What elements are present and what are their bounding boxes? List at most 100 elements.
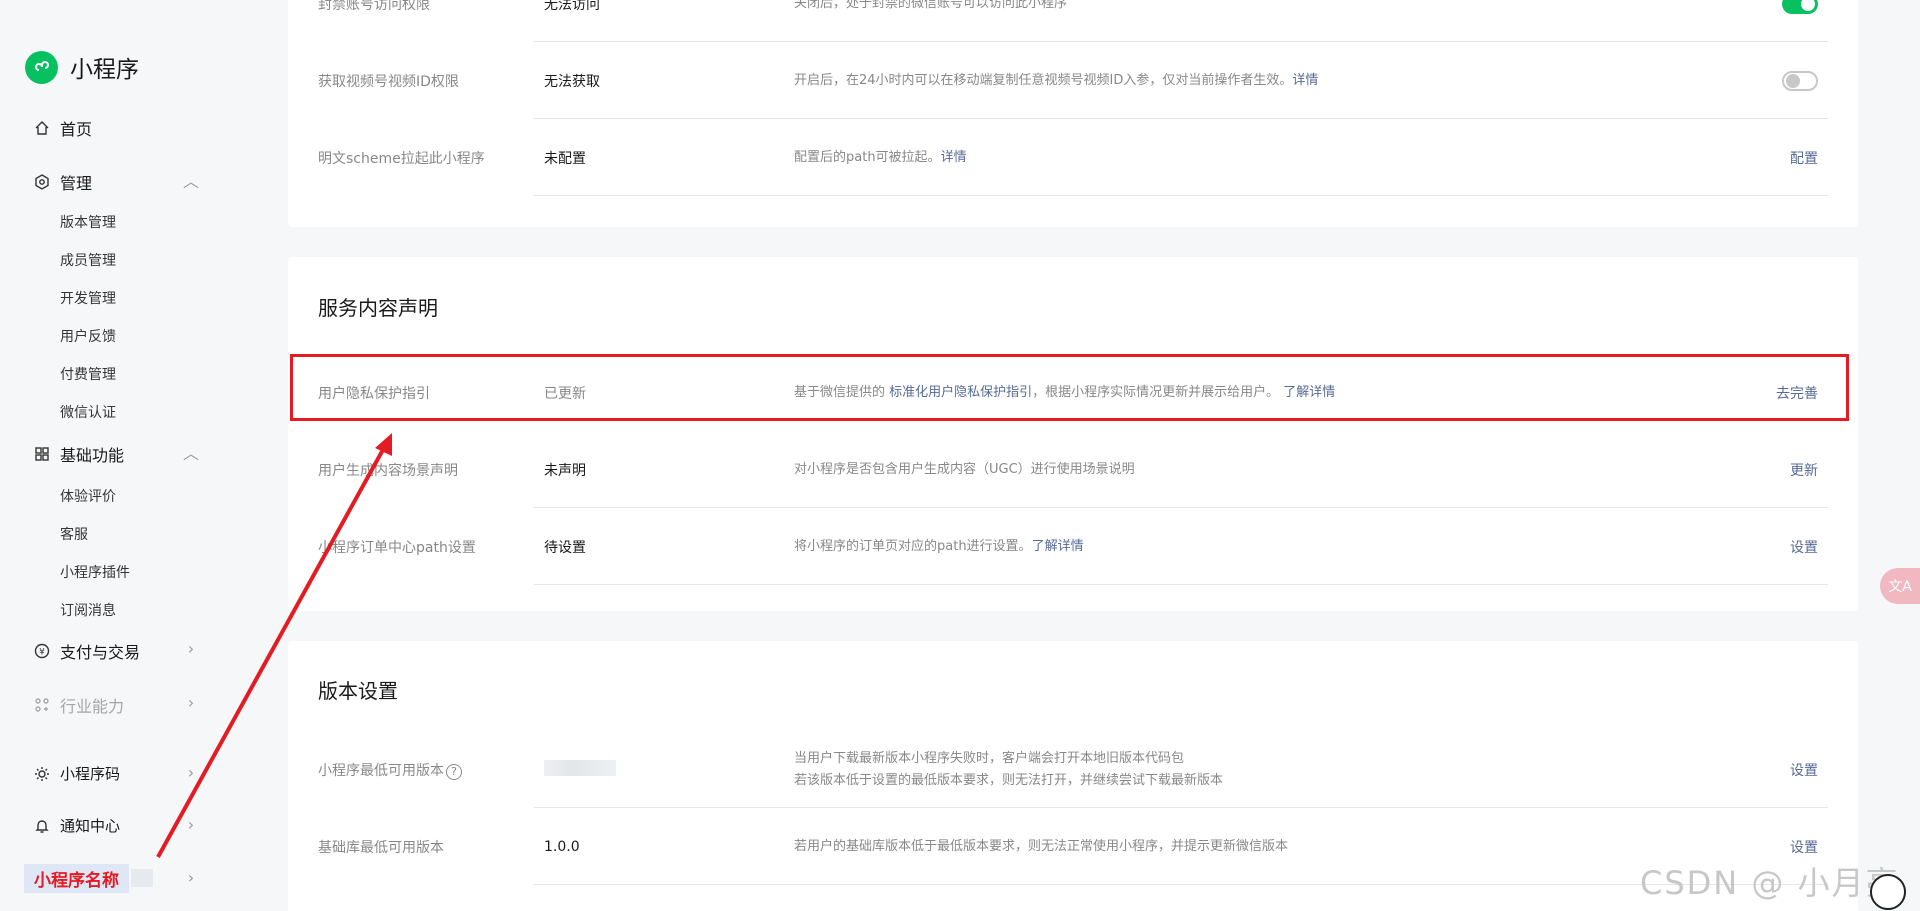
details-link[interactable]: 详情 [1292, 73, 1318, 88]
settings-row: 用户隐私保护指引 已更新 基于微信提供的 标准化用户隐私保护指引，根据小程序实际… [288, 354, 1828, 431]
row-status: 未配置 [544, 150, 586, 167]
blurred-avatar [131, 869, 153, 887]
app-name-label: 小程序名称 [24, 863, 129, 893]
nav-industry[interactable]: 行业能力 [32, 693, 124, 717]
nav-basic-label: 基础功能 [60, 446, 125, 465]
brand[interactable]: 小程序 [25, 50, 139, 84]
sidebar-item-payment-mgmt[interactable]: 付费管理 [60, 364, 116, 384]
sidebar-item-plugin[interactable]: 小程序插件 [60, 562, 130, 582]
set-button[interactable]: 设置 [1790, 537, 1818, 557]
chevron-right-icon[interactable]: › [184, 763, 198, 782]
row-status: 无法获取 [544, 73, 600, 90]
chevron-right-icon[interactable]: › [184, 868, 198, 887]
nav-qrcode[interactable]: 小程序码 [32, 763, 120, 784]
brand-title: 小程序 [70, 57, 139, 83]
row-desc: 配置后的path可被拉起。详情 [794, 149, 967, 165]
row-desc: 对小程序是否包含用户生成内容（UGC）进行使用场景说明 [794, 461, 1135, 477]
svg-text:¥: ¥ [39, 648, 45, 658]
account-switcher[interactable]: 小程序名称 [24, 863, 153, 893]
translate-icon[interactable]: 文A [1880, 568, 1920, 604]
sidebar-item-experience[interactable]: 体验评价 [60, 486, 116, 506]
row-label: 获取视频号视频ID权限 [318, 73, 459, 90]
row-status: 已更新 [544, 385, 586, 402]
learn-more-link[interactable]: 了解详情 [1032, 539, 1084, 554]
row-label: 明文scheme拉起此小程序 [318, 150, 485, 167]
set-button[interactable]: 设置 [1790, 837, 1818, 857]
bell-icon [32, 816, 52, 836]
row-label: 基础库最低可用版本 [318, 839, 444, 856]
nav-notify[interactable]: 通知中心 [32, 815, 120, 836]
details-link[interactable]: 详情 [941, 150, 967, 165]
sidebar-item-subscribe[interactable]: 订阅消息 [60, 600, 116, 620]
miniprogram-logo-icon [25, 50, 58, 84]
nav-manage[interactable]: 管理 [32, 170, 92, 194]
row-desc: 当用户下载最新版本小程序失败时，客户端会打开本地旧版本代码包 若该版本低于设置的最… [794, 750, 1224, 788]
sidebar-item-version[interactable]: 版本管理 [60, 212, 116, 232]
row-label: 用户隐私保护指引 [318, 385, 430, 402]
row-desc: 将小程序的订单页对应的path进行设置。了解详情 [794, 538, 1084, 554]
watermark: CSDN @ 小月亮 [1640, 864, 1900, 902]
settings-row: 小程序最低可用版本? 当用户下载最新版本小程序失败时，客户端会打开本地旧版本代码… [288, 731, 1828, 808]
divider [534, 884, 1828, 885]
row-label: 封禁账号访问权限 [318, 0, 430, 13]
row-desc: 若用户的基础库版本低于最低版本要求，则无法正常使用小程序，并提示更新微信版本 [794, 838, 1289, 854]
set-button[interactable]: 设置 [1790, 760, 1818, 780]
sidebar-item-wechat-cert[interactable]: 微信认证 [60, 402, 116, 422]
row-label: 小程序订单中心path设置 [318, 539, 476, 556]
settings-row: 小程序订单中心path设置 待设置 将小程序的订单页对应的path进行设置。了解… [288, 508, 1828, 585]
service-declaration-card: 服务内容声明 用户隐私保护指引 已更新 基于微信提供的 标准化用户隐私保护指引，… [288, 257, 1858, 611]
manage-icon [32, 172, 52, 192]
nav-industry-label: 行业能力 [60, 697, 125, 716]
nav-home[interactable]: 首页 [32, 116, 92, 140]
chevron-right-icon[interactable]: › [184, 815, 198, 834]
row-label: 小程序最低可用版本? [318, 760, 462, 780]
nav-manage-label: 管理 [60, 174, 93, 193]
home-icon [32, 118, 52, 138]
sidebar-item-service[interactable]: 客服 [60, 524, 88, 544]
update-button[interactable]: 更新 [1790, 460, 1818, 480]
sidebar: 小程序 首页 管理 ︿ 版本管理 成员管理 开发管理 用户反馈 付费管理 微信认… [0, 0, 286, 911]
row-desc: 开启后，在24小时内可以在移动端复制任意视频号视频ID入参，仅对当前操作者生效。… [794, 72, 1319, 88]
sidebar-item-dev[interactable]: 开发管理 [60, 288, 116, 308]
grid-icon [32, 444, 52, 464]
settings-row: 明文scheme拉起此小程序 未配置 配置后的path可被拉起。详情 配置 [288, 119, 1828, 196]
complete-button[interactable]: 去完善 [1776, 383, 1818, 403]
corner-logo-icon [1870, 874, 1906, 910]
nav-payment[interactable]: ¥ 支付与交易 [32, 639, 140, 663]
section-title: 版本设置 [318, 679, 398, 703]
settings-row: 基础库最低可用版本 1.0.0 若用户的基础库版本低于最低版本要求，则无法正常使… [288, 808, 1828, 885]
section-title: 服务内容声明 [318, 296, 438, 320]
sidebar-item-feedback[interactable]: 用户反馈 [60, 326, 116, 346]
permissions-card: 封禁账号访问权限 无法访问 关闭后，处于封禁的微信账号可以访问此小程序 获取视频… [288, 0, 1858, 227]
chevron-right-icon[interactable]: › [184, 693, 198, 712]
toggle-switch[interactable] [1782, 70, 1818, 91]
privacy-guide-link[interactable]: 标准化用户隐私保护指引 [889, 385, 1032, 400]
version-settings-card: 版本设置 小程序最低可用版本? 当用户下载最新版本小程序失败时，客户端会打开本地… [288, 641, 1858, 911]
divider [534, 584, 1828, 585]
row-desc: 基于微信提供的 标准化用户隐私保护指引，根据小程序实际情况更新并展示给用户。 了… [794, 384, 1336, 400]
row-status: 待设置 [544, 539, 586, 556]
settings-row: 封禁账号访问权限 无法访问 关闭后，处于封禁的微信账号可以访问此小程序 [288, 0, 1828, 42]
nav-home-label: 首页 [60, 120, 93, 139]
divider [534, 195, 1828, 196]
toggle-switch[interactable] [1782, 0, 1818, 14]
help-icon[interactable]: ? [446, 763, 462, 780]
nav-basic[interactable]: 基础功能 [32, 442, 124, 466]
row-status: 无法访问 [544, 0, 600, 13]
row-label: 用户生成内容场景声明 [318, 462, 458, 479]
sidebar-item-members[interactable]: 成员管理 [60, 250, 116, 270]
row-status: 未声明 [544, 462, 586, 479]
nav-payment-label: 支付与交易 [60, 643, 141, 662]
configure-button[interactable]: 配置 [1790, 148, 1818, 168]
chevron-up-icon[interactable]: ︿ [183, 444, 199, 463]
nav-notify-label: 通知中心 [60, 817, 121, 835]
qrcode-icon [32, 764, 52, 784]
chevron-right-icon[interactable]: › [184, 639, 198, 658]
chevron-up-icon[interactable]: ︿ [183, 172, 199, 191]
learn-more-link[interactable]: 了解详情 [1283, 385, 1335, 400]
row-status: 1.0.0 [544, 838, 580, 855]
row-desc: 关闭后，处于封禁的微信账号可以访问此小程序 [794, 0, 1068, 11]
settings-row: 获取视频号视频ID权限 无法获取 开启后，在24小时内可以在移动端复制任意视频号… [288, 42, 1828, 119]
nav-qrcode-label: 小程序码 [60, 765, 121, 783]
industry-icon [32, 695, 52, 715]
